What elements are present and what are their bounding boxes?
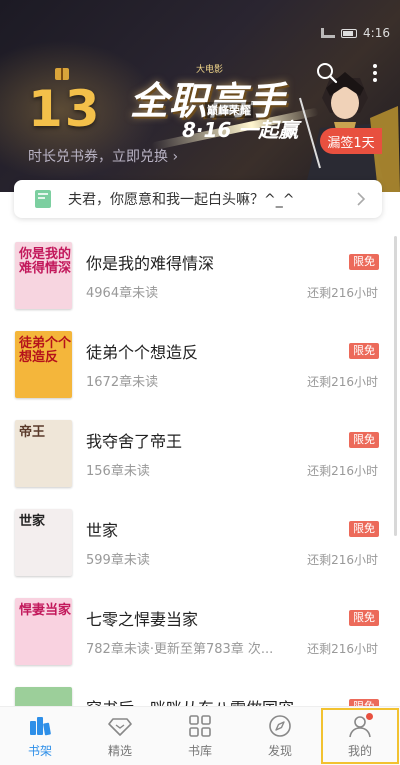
book-item[interactable]: 徒弟个个想造反 徒弟个个想造反 1672章未读 限免 还剩216小时 (0, 321, 400, 410)
nav-label: 我的 (347, 744, 372, 758)
nav-discover[interactable]: 发现 (240, 707, 320, 765)
book-title: 我夺舍了帝王 (86, 432, 183, 451)
status-time: 4:16 (363, 26, 390, 40)
nav-featured[interactable]: 精选 (80, 707, 160, 765)
compass-icon (269, 715, 291, 737)
promo-banner[interactable]: 4:16 13 大电影 全职高手 巅峰荣耀 8·16 一起赢 时长兑书券，立即兑… (0, 0, 400, 192)
book-cover: 你是我的难得情深 (15, 242, 72, 309)
bottom-nav: 书架 精选 书库 发现 我的 (0, 706, 400, 765)
diamond-icon (108, 718, 132, 736)
time-remaining: 还剩216小时 (307, 464, 378, 478)
nav-library[interactable]: 书库 (160, 707, 240, 765)
time-remaining: 还剩216小时 (307, 642, 378, 656)
book-meta: 156章未读 (86, 464, 150, 479)
cover-title: 帝王 (19, 425, 46, 440)
nav-label: 书架 (27, 744, 52, 758)
cover-title: 世家 (19, 514, 46, 529)
free-tag: 限免 (349, 254, 379, 270)
book-meta: 782章未读·更新至第783章 次... (86, 642, 274, 657)
time-remaining: 还剩216小时 (307, 553, 378, 567)
nav-label: 精选 (107, 744, 132, 758)
time-remaining: 还剩216小时 (307, 375, 378, 389)
book-title: 徒弟个个想造反 (86, 343, 199, 362)
free-tag: 限免 (349, 521, 379, 537)
book-item[interactable]: 悍妻当家 七零之悍妻当家 782章未读·更新至第783章 次... 限免 还剩2… (0, 588, 400, 677)
cover-title: 你是我的难得情深 (19, 247, 72, 276)
search-icon[interactable] (316, 62, 338, 84)
book-item[interactable]: 帝王 我夺舍了帝王 156章未读 限免 还剩216小时 (0, 410, 400, 499)
book-meta: 4964章未读 (86, 286, 159, 301)
nav-label: 发现 (267, 744, 292, 758)
book-item[interactable]: 世家 世家 599章未读 限免 还剩216小时 (0, 499, 400, 588)
free-tag: 限免 (349, 343, 379, 359)
character-illustration (299, 72, 400, 192)
cover-title: 悍妻当家 (19, 603, 72, 618)
book-cover: 徒弟个个想造反 (15, 331, 72, 398)
bookshelf-list: 你是我的难得情深 你是我的难得情深 4964章未读 限免 还剩216小时 徒弟个… (0, 232, 400, 765)
signal-icon (321, 28, 336, 38)
message-text: 夫君，你愿意和我一起白头嘛？^_^ (68, 192, 295, 208)
book-title: 你是我的难得情深 (86, 254, 215, 273)
bookshelf-icon (30, 717, 51, 736)
scrollbar[interactable] (394, 236, 397, 536)
time-remaining: 还剩216小时 (307, 286, 378, 300)
book-title: 七零之悍妻当家 (86, 610, 199, 629)
nav-mine[interactable]: 我的 (320, 707, 400, 765)
book-cover: 帝王 (15, 420, 72, 487)
battery-icon (341, 28, 358, 38)
free-tag: 限免 (349, 610, 379, 626)
chevron-right-icon (357, 192, 366, 206)
free-tag: 限免 (349, 432, 379, 448)
banner-date: 8·16 一起赢 (182, 118, 299, 142)
status-bar: 4:16 (321, 26, 390, 40)
book-cover: 世家 (15, 509, 72, 576)
cover-title: 徒弟个个想造反 (19, 336, 72, 365)
book-title: 世家 (86, 521, 119, 540)
more-icon[interactable] (371, 62, 379, 84)
book-meta: 599章未读 (86, 553, 150, 568)
book-icon (35, 190, 51, 208)
banner-number: 13 (28, 80, 102, 138)
notification-dot (366, 713, 373, 720)
grid-icon (189, 715, 211, 737)
nav-label: 书库 (187, 744, 212, 758)
checkin-badge[interactable]: 漏签1天 (320, 128, 382, 154)
book-cover: 悍妻当家 (15, 598, 72, 665)
message-bar[interactable]: 夫君，你愿意和我一起白头嘛？^_^ (14, 180, 382, 218)
book-item[interactable]: 你是我的难得情深 你是我的难得情深 4964章未读 限免 还剩216小时 (0, 232, 400, 321)
exchange-link[interactable]: 时长兑书券，立即兑换 › (28, 146, 178, 166)
gift-icon (55, 68, 69, 80)
book-meta: 1672章未读 (86, 375, 159, 390)
nav-bookshelf[interactable]: 书架 (0, 707, 80, 765)
